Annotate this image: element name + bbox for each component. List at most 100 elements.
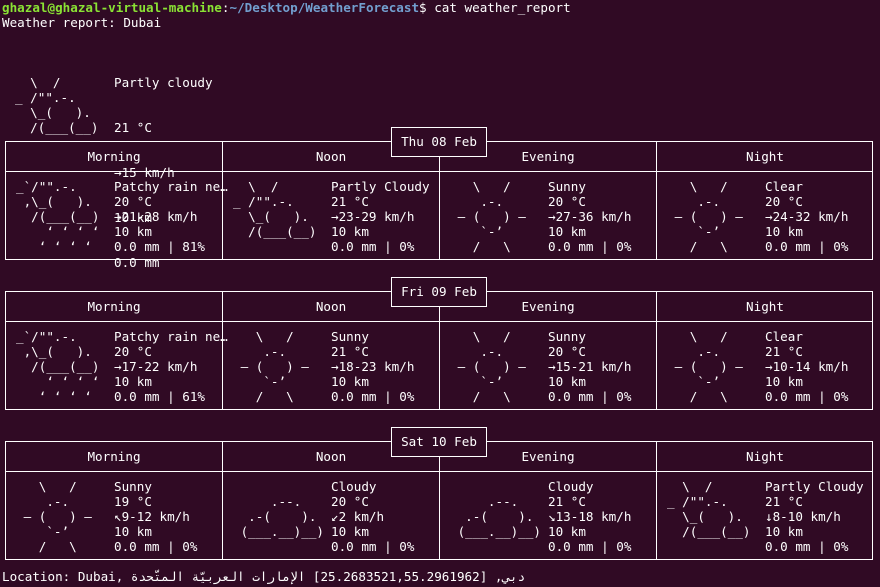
weather-info: Partly Cloudy 21 °C →23-29 km/h 10 km 0.0 mm…: [331, 179, 430, 254]
precipitation: 0.0 mm | 0%: [765, 389, 849, 404]
condition: Sunny: [548, 329, 586, 344]
weather-info: Sunny 19 °C ↖9-12 km/h 10 km 0.0 mm | 0%: [114, 479, 197, 554]
weather-info: Cloudy 20 °C ↙2 km/h 10 km 0.0 mm | 0%: [331, 479, 414, 554]
visibility: 10 km: [765, 224, 803, 239]
visibility: 10 km: [548, 224, 586, 239]
precipitation: 0.0 mm | 81%: [114, 239, 205, 254]
weather-info: Sunny 20 °C →27-36 km/h 10 km 0.0 mm | 0%: [548, 179, 631, 254]
prompt-line: ghazal@ghazal-virtual-machine:~/Desktop/…: [2, 0, 571, 15]
report-title: Weather report: Dubai: [2, 15, 162, 30]
condition: Cloudy: [331, 479, 377, 494]
weather-info: Patchy rain ne… 20 °C →17-22 km/h 10 km 0.0 …: [114, 329, 228, 404]
visibility: 10 km: [331, 224, 369, 239]
temperature: 20 °C: [548, 194, 586, 209]
condition: Sunny: [548, 179, 586, 194]
wind: →23-29 km/h: [331, 209, 415, 224]
visibility: 10 km: [114, 224, 152, 239]
temperature: 21 °C: [331, 194, 369, 209]
current-temperature: 21 °C: [114, 120, 152, 135]
visibility: 10 km: [114, 524, 152, 539]
period-label: Evening: [521, 299, 575, 314]
period-label: Morning: [87, 449, 141, 464]
condition: Sunny: [331, 329, 369, 344]
forecast-day: Sat 10 Feb Morning Noon Evening Night \ / .-…: [5, 427, 873, 560]
forecast-day: Thu 08 Feb Morning Noon Evening Night _`/"".-…: [5, 127, 873, 260]
condition: Patchy rain ne…: [114, 329, 228, 344]
period-label: Noon: [315, 449, 347, 464]
precipitation: 0.0 mm | 0%: [114, 539, 198, 554]
visibility: 10 km: [765, 374, 803, 389]
visibility: 10 km: [331, 374, 369, 389]
period-label: Evening: [521, 149, 575, 164]
temperature: 20 °C: [765, 194, 803, 209]
condition: Cloudy: [548, 479, 594, 494]
period-label: Evening: [521, 449, 575, 464]
prompt-symbol: $: [419, 0, 427, 15]
period-label: Night: [746, 299, 784, 314]
temperature: 20 °C: [114, 344, 152, 359]
weather-art: .--. .-( ). (___.__)__): [233, 494, 324, 539]
temperature: 21 °C: [548, 494, 586, 509]
weather-art: \ / .-. ― ( ) ― `-’ / \: [16, 479, 92, 554]
weather-info: Partly Cloudy 21 °C ↓8-10 km/h 10 km 0.0 mm …: [765, 479, 864, 554]
wind: →17-22 km/h: [114, 359, 198, 374]
weather-info: Clear 20 °C →24-32 km/h 10 km 0.0 mm | 0%: [765, 179, 848, 254]
visibility: 10 km: [331, 524, 369, 539]
condition: Patchy rain ne…: [114, 179, 228, 194]
temperature: 20 °C: [548, 344, 586, 359]
temperature: 20 °C: [331, 494, 369, 509]
condition: Partly Cloudy: [331, 179, 430, 194]
visibility: 10 km: [114, 374, 152, 389]
weather-art: \ / .-. ― ( ) ― `-’ / \: [450, 329, 526, 404]
weather-info: Sunny 21 °C →18-23 km/h 10 km 0.0 mm | 0%: [331, 329, 414, 404]
wind: →15-21 km/h: [548, 359, 632, 374]
weather-info: Patchy rain ne… 20 °C →21-28 km/h 10 km 0.0 …: [114, 179, 228, 254]
weather-info: Clear 21 °C →10-14 km/h 10 km 0.0 mm | 0%: [765, 329, 848, 404]
weather-art: _`/"".-. ,\_( ). /(___(__) ‘ ‘ ‘ ‘ ‘ ‘ ‘…: [16, 179, 100, 254]
wind: ↘13-18 km/h: [548, 509, 632, 524]
precipitation: 0.0 mm | 0%: [331, 389, 415, 404]
weather-art: \ / .-. ― ( ) ― `-’ / \: [233, 329, 309, 404]
period-label: Night: [746, 449, 784, 464]
precipitation: 0.0 mm | 61%: [114, 389, 205, 404]
weather-art: _`/"".-. ,\_( ). /(___(__) ‘ ‘ ‘ ‘ ‘ ‘ ‘…: [16, 329, 100, 404]
prompt-path: ~/Desktop/WeatherForecast: [229, 0, 420, 15]
visibility: 10 km: [765, 524, 803, 539]
weather-art: \ / .-. ― ( ) ― `-’ / \: [667, 179, 743, 254]
weather-art: \ / .-. ― ( ) ― `-’ / \: [667, 329, 743, 404]
precipitation: 0.0 mm | 0%: [765, 539, 849, 554]
prompt-command: cat weather_report: [426, 0, 571, 15]
precipitation: 0.0 mm | 0%: [331, 539, 415, 554]
condition: Clear: [765, 179, 803, 194]
precipitation: 0.0 mm | 0%: [548, 389, 632, 404]
wind: →18-23 km/h: [331, 359, 415, 374]
current-condition: Partly cloudy: [114, 75, 213, 90]
condition: Sunny: [114, 479, 152, 494]
precipitation: 0.0 mm | 0%: [765, 239, 849, 254]
wind: ↓8-10 km/h: [765, 509, 841, 524]
period-label: Night: [746, 149, 784, 164]
weather-art: \ / _ /"".-. \_( ). /(___(__): [667, 479, 751, 539]
forecast-day: Fri 09 Feb Morning Noon Evening Night _`/"".-…: [5, 277, 873, 410]
precipitation: 0.0 mm | 0%: [331, 239, 415, 254]
temperature: 19 °C: [114, 494, 152, 509]
weather-art: \ / .-. ― ( ) ― `-’ / \: [450, 179, 526, 254]
weather-art: \ / _ /"".-. \_( ). /(___(__): [233, 179, 317, 239]
temperature: 21 °C: [765, 494, 803, 509]
period-label: Morning: [87, 299, 141, 314]
precipitation: 0.0 mm | 0%: [548, 539, 632, 554]
period-label: Noon: [315, 149, 347, 164]
wind: →24-32 km/h: [765, 209, 849, 224]
wind: ↖9-12 km/h: [114, 509, 190, 524]
wind: →27-36 km/h: [548, 209, 632, 224]
prompt-user-host: ghazal@ghazal-virtual-machine: [2, 0, 222, 15]
temperature: 21 °C: [331, 344, 369, 359]
weather-info: Sunny 20 °C →15-21 km/h 10 km 0.0 mm | 0%: [548, 329, 631, 404]
condition: Clear: [765, 329, 803, 344]
precipitation: 0.0 mm | 0%: [548, 239, 632, 254]
location-line: Location: Dubai, دبي, [25.2683521,55.296…: [2, 569, 526, 584]
temperature: 20 °C: [114, 194, 152, 209]
period-label: Noon: [315, 299, 347, 314]
temperature: 21 °C: [765, 344, 803, 359]
condition: Partly Cloudy: [765, 479, 864, 494]
